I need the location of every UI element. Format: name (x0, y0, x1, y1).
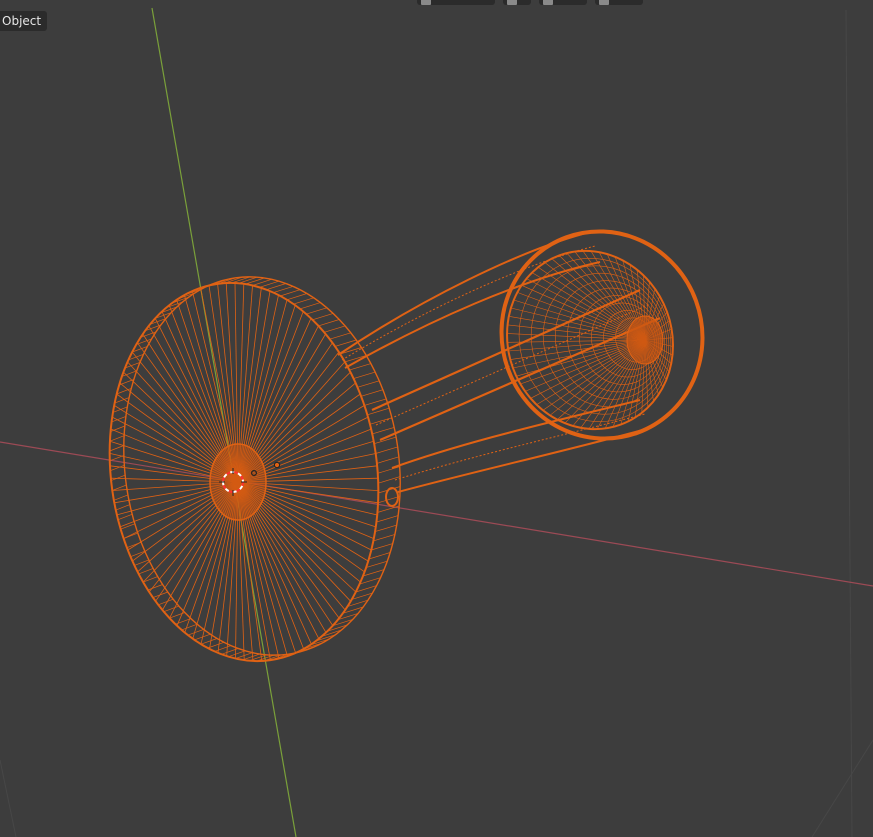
object-origin-dot (273, 461, 281, 469)
cage-base-joint (385, 487, 399, 507)
cage-upper-bar (337, 231, 601, 369)
grid-line (0, 759, 17, 837)
overlay-icon (599, 0, 609, 5)
selected-mesh-wireframe[interactable] (86, 203, 732, 679)
viewport-shading-button[interactable] (417, 0, 495, 5)
proportional-edit-button[interactable] (539, 0, 587, 5)
snap-icon (507, 0, 517, 5)
proportional-icon (543, 0, 553, 5)
overlay-button[interactable] (595, 0, 643, 5)
x-axis-line (0, 441, 873, 587)
shading-icon (421, 0, 431, 5)
grid-line (845, 9, 853, 837)
3d-viewport[interactable]: Object (0, 0, 873, 837)
viewport-header-bar (417, 0, 643, 5)
viewport-mode-label: Object (0, 11, 48, 31)
disc-hub (209, 443, 267, 521)
grid-line (811, 739, 873, 837)
cage-end-core (626, 315, 664, 365)
viewport-scene[interactable] (0, 0, 873, 837)
snap-button[interactable] (503, 0, 531, 5)
